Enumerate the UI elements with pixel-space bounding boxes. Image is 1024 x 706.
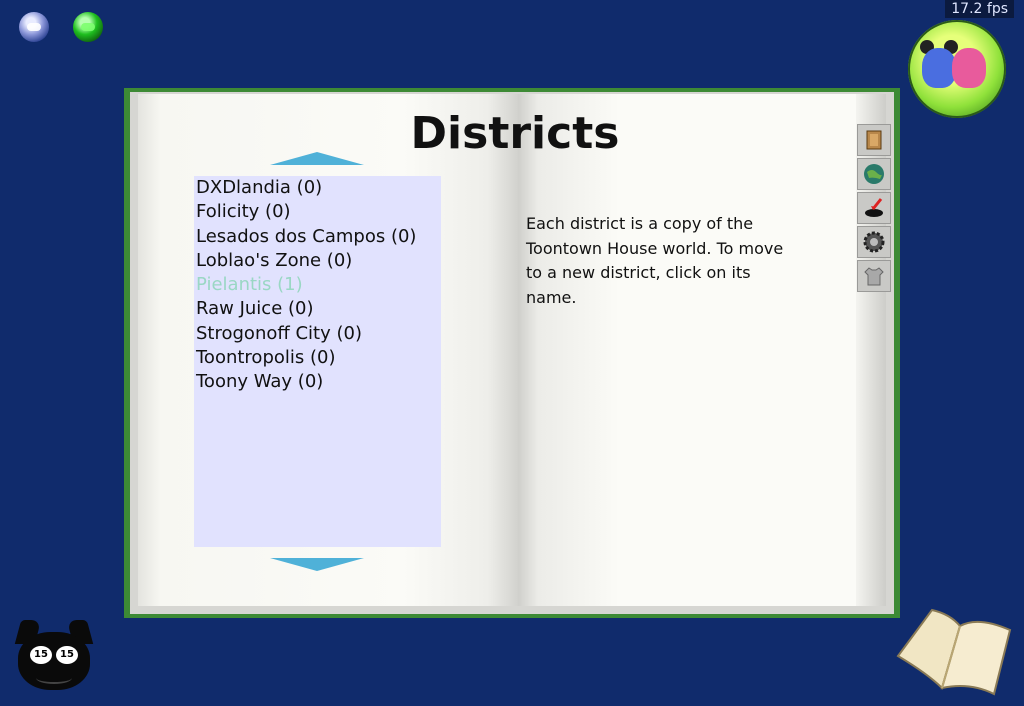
district-item[interactable]: Strogonoff City (0) bbox=[194, 322, 441, 346]
speedchat-button[interactable] bbox=[73, 12, 103, 42]
chat-button[interactable] bbox=[19, 12, 49, 42]
book-tabs bbox=[857, 124, 891, 294]
scroll-down-button[interactable] bbox=[270, 558, 364, 571]
district-item[interactable]: Toontropolis (0) bbox=[194, 346, 441, 370]
laff-max: 15 bbox=[56, 646, 78, 664]
speedchat-bubble-icon bbox=[81, 23, 95, 31]
open-book-icon bbox=[896, 608, 1012, 696]
tab-clothing[interactable] bbox=[857, 260, 891, 292]
district-item[interactable]: Loblao's Zone (0) bbox=[194, 249, 441, 273]
friend-pink-icon bbox=[952, 48, 986, 88]
clothing-tab-icon bbox=[864, 267, 884, 286]
tab-world[interactable] bbox=[857, 158, 891, 190]
district-item[interactable]: Folicity (0) bbox=[194, 200, 441, 224]
district-item-current[interactable]: Pielantis (1) bbox=[194, 273, 441, 297]
laff-meter: 15 15 bbox=[14, 620, 94, 690]
laff-current: 15 bbox=[30, 646, 52, 664]
laff-mouth-icon bbox=[36, 672, 72, 684]
world-tab-icon bbox=[864, 164, 884, 184]
district-item[interactable]: Raw Juice (0) bbox=[194, 297, 441, 321]
map-tab-icon bbox=[866, 130, 882, 150]
right-page bbox=[518, 94, 856, 606]
portal-tab-icon bbox=[865, 198, 883, 217]
district-list: DXDlandia (0) Folicity (0) Lesados dos C… bbox=[194, 176, 441, 547]
page-title: Districts bbox=[410, 108, 620, 159]
friends-list-button[interactable] bbox=[908, 20, 1006, 118]
fps-counter: 17.2 fps bbox=[945, 0, 1014, 18]
shticker-book-button[interactable] bbox=[892, 604, 1016, 696]
chat-bubble-icon bbox=[27, 23, 41, 31]
district-info-text: Each district is a copy of the Toontown … bbox=[526, 214, 784, 307]
gear-icon bbox=[863, 231, 885, 253]
tab-options[interactable] bbox=[857, 226, 891, 258]
tab-map[interactable] bbox=[857, 124, 891, 156]
friend-blue-icon bbox=[922, 48, 956, 88]
scroll-up-button[interactable] bbox=[270, 152, 364, 165]
tab-portal[interactable] bbox=[857, 192, 891, 224]
district-item[interactable]: DXDlandia (0) bbox=[194, 176, 441, 200]
game-screen: 17.2 fps Districts DXDlandia (0) Folicit… bbox=[0, 0, 1024, 706]
district-item[interactable]: Lesados dos Campos (0) bbox=[194, 225, 441, 249]
district-item[interactable]: Toony Way (0) bbox=[194, 370, 441, 394]
